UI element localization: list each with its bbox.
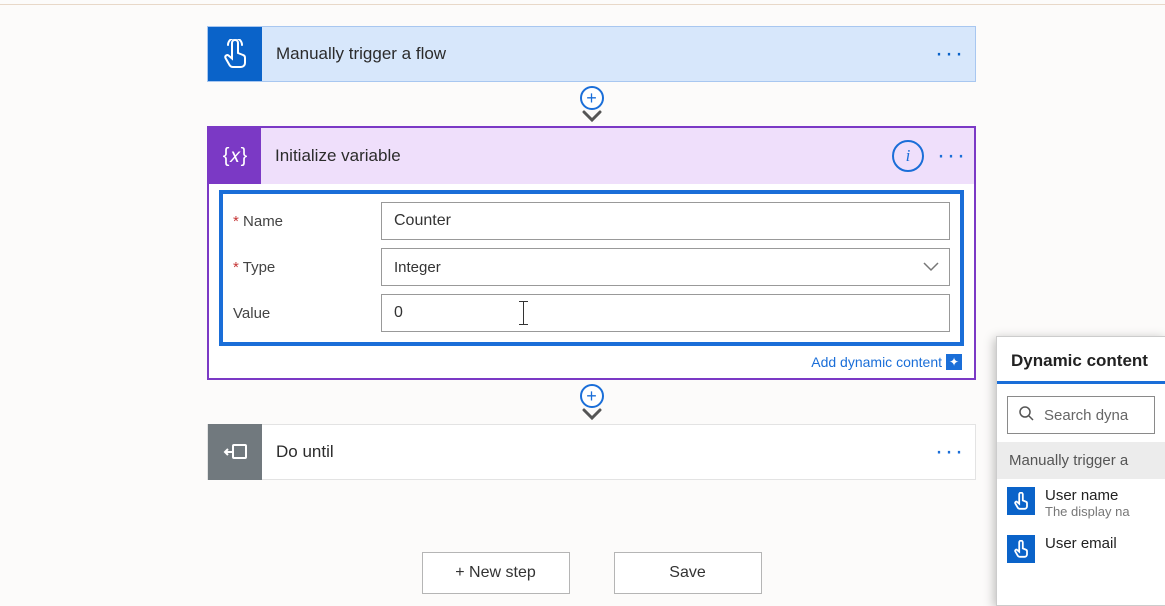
dynamic-content-tab[interactable]: Dynamic content	[997, 337, 1165, 384]
fields-highlight-box: * Name Counter * Type Integer Val	[219, 190, 964, 346]
variable-more-icon[interactable]: ···	[930, 142, 974, 170]
search-icon	[1018, 405, 1034, 426]
variable-title: Initialize variable	[261, 146, 892, 166]
initialize-variable-card[interactable]: {𝑥} Initialize variable i ··· * Name Cou…	[207, 126, 976, 380]
variable-card-body: * Name Counter * Type Integer Val	[209, 184, 974, 378]
tap-icon	[208, 27, 262, 81]
text-cursor-icon	[523, 302, 524, 324]
value-input[interactable]: 0	[381, 294, 950, 332]
add-dynamic-content-link[interactable]: Add dynamic content ✦	[811, 354, 962, 370]
add-step-plus-icon[interactable]: +	[580, 384, 604, 408]
variable-card-header[interactable]: {𝑥} Initialize variable i ···	[209, 128, 974, 184]
connector-1: +	[207, 82, 976, 126]
type-row: * Type Integer	[233, 244, 950, 290]
new-step-button[interactable]: + New step	[422, 552, 570, 594]
down-arrow-icon	[582, 408, 602, 422]
item-title: User email	[1045, 535, 1117, 552]
dynamic-content-badge-icon: ✦	[946, 354, 962, 370]
trigger-card[interactable]: Manually trigger a flow ···	[207, 26, 976, 82]
dynamic-content-item[interactable]: User email	[997, 527, 1165, 571]
tap-icon	[1007, 487, 1035, 515]
flow-column: Manually trigger a flow ··· + {𝑥} Initia…	[207, 26, 976, 480]
chevron-down-icon	[923, 259, 939, 276]
save-button[interactable]: Save	[614, 552, 762, 594]
add-step-plus-icon[interactable]: +	[580, 86, 604, 110]
trigger-title: Manually trigger a flow	[262, 44, 925, 64]
tap-icon	[1007, 535, 1035, 563]
do-until-card[interactable]: Do until ···	[207, 424, 976, 480]
dynamic-content-section: Manually trigger a	[997, 442, 1165, 479]
footer-buttons: + New step Save	[207, 552, 976, 594]
trigger-more-icon[interactable]: ···	[925, 40, 975, 68]
dynamic-content-panel: Dynamic content Search dyna Manually tri…	[996, 336, 1165, 606]
search-placeholder: Search dyna	[1044, 407, 1128, 424]
type-select[interactable]: Integer	[381, 248, 950, 286]
name-label: * Name	[233, 213, 381, 230]
page-top-border	[0, 4, 1165, 5]
down-arrow-icon	[582, 110, 602, 124]
loop-icon	[208, 424, 262, 480]
name-row: * Name Counter	[233, 198, 950, 244]
name-input[interactable]: Counter	[381, 202, 950, 240]
value-label: Value	[233, 305, 381, 322]
item-title: User name	[1045, 487, 1130, 504]
variable-icon: {𝑥}	[209, 128, 261, 184]
do-until-more-icon[interactable]: ···	[925, 438, 975, 466]
dynamic-content-search[interactable]: Search dyna	[1007, 396, 1155, 434]
info-icon[interactable]: i	[892, 140, 924, 172]
do-until-title: Do until	[262, 442, 925, 462]
dynamic-content-item[interactable]: User name The display na	[997, 479, 1165, 527]
item-subtitle: The display na	[1045, 504, 1130, 519]
value-row: Value 0	[233, 290, 950, 336]
type-label: * Type	[233, 259, 381, 276]
connector-2: +	[207, 380, 976, 424]
